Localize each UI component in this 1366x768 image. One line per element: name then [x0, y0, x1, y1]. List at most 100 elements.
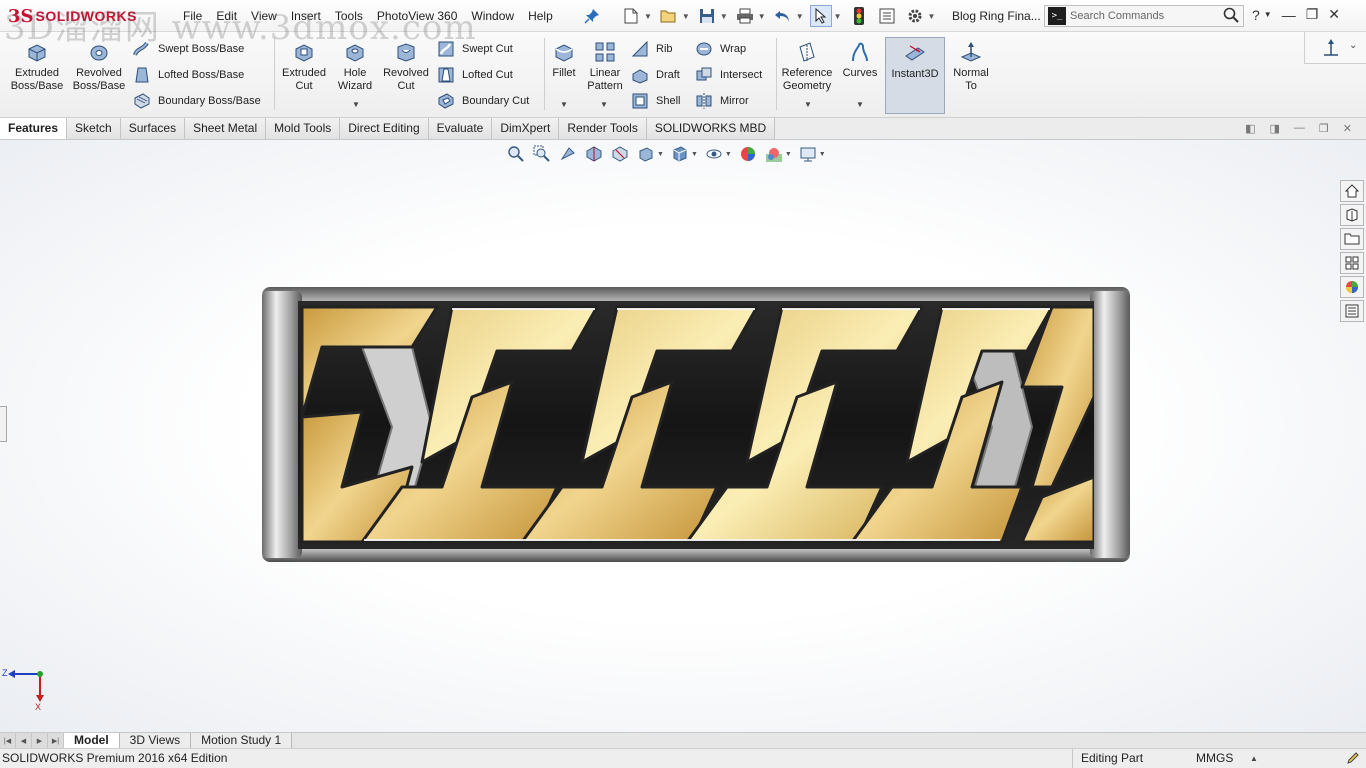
shell-button[interactable]: Shell — [630, 91, 680, 111]
file-properties-icon[interactable] — [876, 5, 898, 27]
undo-dropdown-icon[interactable]: ▼ — [796, 12, 804, 21]
ribbon-collapse-icon[interactable]: ⌄ — [1349, 40, 1357, 51]
revolved-cut-button[interactable]: Revolved Cut — [380, 40, 432, 93]
graphics-area[interactable]: ▼ ▼ ▼ ▼ ▼ Z X — [0, 140, 1366, 732]
linear-pattern-dropdown-icon[interactable]: ▼ — [600, 100, 608, 109]
feature-manager-flyout-tab[interactable] — [0, 406, 7, 442]
print-dropdown-icon[interactable]: ▼ — [758, 12, 766, 21]
reference-geometry-dropdown-icon[interactable]: ▼ — [804, 100, 812, 109]
help-dropdown-icon[interactable]: ▼ — [1264, 10, 1272, 19]
open-folder-icon[interactable] — [658, 5, 680, 27]
display-style-dropdown-icon[interactable]: ▼ — [691, 151, 698, 158]
view-palette-icon[interactable] — [1340, 252, 1364, 274]
hole-wizard-dropdown-icon[interactable]: ▼ — [352, 100, 360, 109]
view-settings-dropdown-icon[interactable]: ▼ — [819, 151, 826, 158]
quick-tips-pencil-icon[interactable] — [1346, 751, 1360, 765]
edit-appearance-icon[interactable] — [738, 144, 758, 164]
menu-tools[interactable]: Tools — [328, 9, 370, 23]
doc-tile-right-icon[interactable]: ◨ — [1270, 122, 1280, 135]
close-icon[interactable]: ✕ — [1328, 6, 1340, 23]
fillet-dropdown-icon[interactable]: ▼ — [560, 100, 568, 109]
ring-3d-model[interactable] — [262, 287, 1130, 562]
menu-photoview[interactable]: PhotoView 360 — [370, 9, 465, 23]
hole-wizard-button[interactable]: Hole Wizard — [332, 40, 378, 93]
tab-dimxpert[interactable]: DimXpert — [492, 118, 560, 139]
doc-close-icon[interactable]: ✕ — [1343, 122, 1352, 135]
open-dropdown-icon[interactable]: ▼ — [682, 12, 690, 21]
apply-scene-dropdown-icon[interactable]: ▼ — [785, 151, 792, 158]
tab-model[interactable]: Model — [64, 733, 120, 748]
apply-scene-icon[interactable] — [764, 144, 784, 164]
select-pointer-icon[interactable] — [809, 5, 832, 27]
menu-help[interactable]: Help — [521, 9, 560, 23]
curves-dropdown-icon[interactable]: ▼ — [856, 100, 864, 109]
hide-show-items-icon[interactable] — [704, 144, 724, 164]
minimize-icon[interactable]: — — [1282, 7, 1296, 23]
undo-icon[interactable] — [772, 5, 794, 27]
solidworks-resources-home-icon[interactable] — [1340, 180, 1364, 202]
select-dropdown-icon[interactable]: ▼ — [834, 12, 842, 21]
unit-system-selector[interactable]: MMGS — [1196, 749, 1233, 768]
menu-window[interactable]: Window — [464, 9, 521, 23]
menu-edit[interactable]: Edit — [209, 9, 244, 23]
options-gear-icon[interactable] — [904, 5, 926, 27]
new-dropdown-icon[interactable]: ▼ — [644, 12, 652, 21]
menu-view[interactable]: View — [244, 9, 284, 23]
custom-properties-icon[interactable] — [1340, 300, 1364, 322]
tab-sketch[interactable]: Sketch — [67, 118, 121, 139]
save-icon[interactable] — [696, 5, 718, 27]
new-document-icon[interactable] — [620, 5, 642, 27]
display-style-icon[interactable] — [670, 144, 690, 164]
wrap-button[interactable]: Wrap — [694, 39, 746, 59]
tab-3d-views[interactable]: 3D Views — [119, 733, 192, 748]
tab-evaluate[interactable]: Evaluate — [428, 118, 493, 139]
save-dropdown-icon[interactable]: ▼ — [720, 12, 728, 21]
mirror-button[interactable]: Mirror — [694, 91, 749, 111]
lofted-boss-button[interactable]: Lofted Boss/Base — [132, 65, 244, 85]
zoom-to-area-icon[interactable] — [532, 144, 552, 164]
draft-button[interactable]: Draft — [630, 65, 680, 85]
print-icon[interactable] — [734, 5, 756, 27]
doc-tile-left-icon[interactable]: ◧ — [1245, 122, 1255, 135]
zoom-to-fit-icon[interactable] — [506, 144, 526, 164]
extruded-cut-button[interactable]: Extruded Cut — [276, 40, 332, 93]
tab-mold-tools[interactable]: Mold Tools — [266, 118, 341, 139]
extruded-boss-button[interactable]: Extruded Boss/Base — [8, 40, 66, 93]
doc-minimize-icon[interactable]: — — [1294, 122, 1305, 135]
fillet-button[interactable]: Fillet — [546, 40, 582, 80]
tab-scroll-last-icon[interactable]: ▶| — [48, 733, 64, 748]
tab-direct-editing[interactable]: Direct Editing — [340, 118, 429, 139]
options-dropdown-icon[interactable]: ▼ — [928, 12, 936, 21]
doc-restore-icon[interactable]: ❐ — [1319, 122, 1329, 135]
swept-boss-button[interactable]: Swept Boss/Base — [132, 39, 244, 59]
menu-insert[interactable]: Insert — [284, 9, 328, 23]
normal-to-button[interactable]: Normal To — [950, 40, 992, 93]
revolved-boss-button[interactable]: Revolved Boss/Base — [70, 40, 128, 93]
view-settings-monitor-icon[interactable] — [798, 144, 818, 164]
search-icon[interactable] — [1219, 7, 1243, 26]
dynamic-annotation-icon[interactable] — [610, 144, 630, 164]
view-orientation-icon[interactable] — [1321, 38, 1341, 61]
design-library-icon[interactable] — [1340, 204, 1364, 226]
tab-scroll-prev-icon[interactable]: ◀ — [16, 733, 32, 748]
view-orientation-icon[interactable] — [636, 144, 656, 164]
tab-surfaces[interactable]: Surfaces — [120, 118, 186, 139]
appearances-scenes-icon[interactable] — [1340, 276, 1364, 298]
lofted-cut-button[interactable]: Lofted Cut — [436, 65, 513, 85]
previous-view-icon[interactable] — [558, 144, 578, 164]
boundary-boss-button[interactable]: Boundary Boss/Base — [132, 91, 261, 111]
view-orientation-dropdown-icon[interactable]: ▼ — [657, 151, 664, 158]
restore-icon[interactable]: ❐ — [1306, 6, 1319, 23]
tab-render-tools[interactable]: Render Tools — [559, 118, 647, 139]
pin-menu-icon[interactable] — [584, 8, 600, 24]
search-commands-field[interactable]: >_ Search Commands — [1044, 5, 1244, 27]
tab-motion-study[interactable]: Motion Study 1 — [191, 733, 293, 748]
rebuild-traffic-light-icon[interactable] — [848, 5, 870, 27]
help-icon[interactable]: ? — [1252, 7, 1260, 23]
linear-pattern-button[interactable]: Linear Pattern — [582, 40, 628, 93]
tab-features[interactable]: Features — [0, 118, 68, 139]
boundary-cut-button[interactable]: Boundary Cut — [436, 91, 529, 111]
file-explorer-icon[interactable] — [1340, 228, 1364, 250]
curves-button[interactable]: Curves — [840, 40, 880, 80]
section-view-icon[interactable] — [584, 144, 604, 164]
